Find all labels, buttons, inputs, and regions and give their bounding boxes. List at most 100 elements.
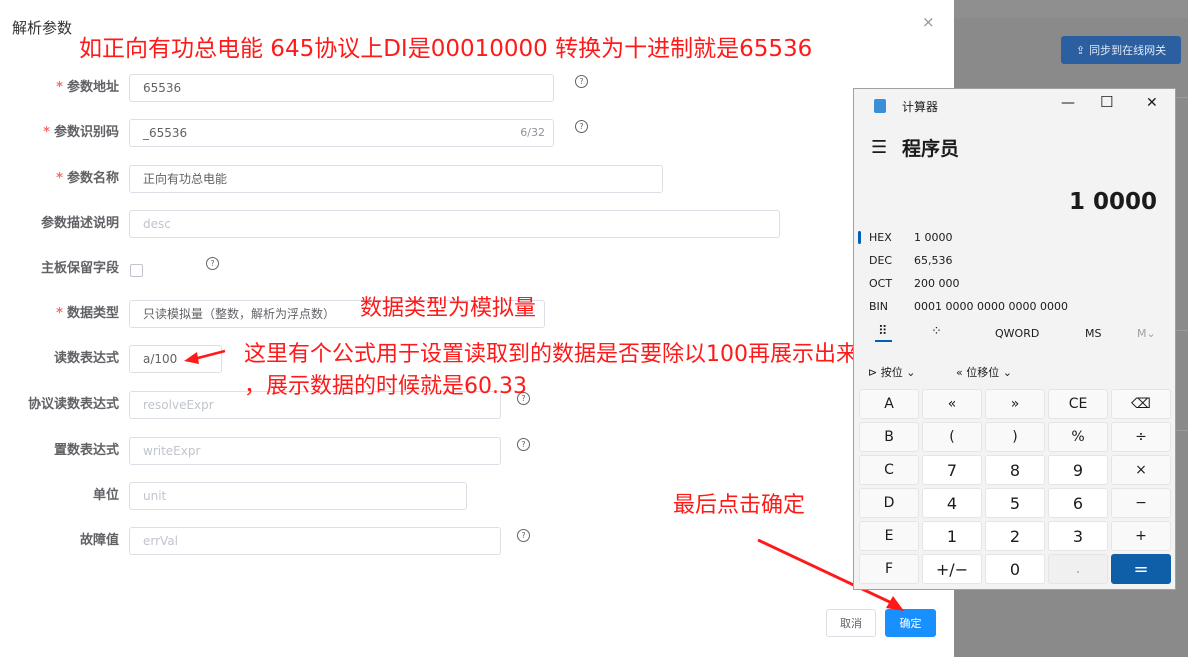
name-input[interactable]: 正向有功总电能 (129, 165, 663, 193)
key-19[interactable]: − (1111, 488, 1171, 518)
field-label: 协议读数表达式 (27, 397, 119, 412)
field-row-unit: 单位 (0, 482, 119, 512)
key-5[interactable]: B (859, 422, 919, 452)
help-icon[interactable]: ? (517, 438, 530, 451)
key-29[interactable]: = (1111, 554, 1171, 584)
calculator-app-icon (874, 99, 886, 113)
bitwise-icon: ⊳ (868, 366, 878, 379)
hamburger-menu-icon[interactable]: ☰ (871, 137, 887, 158)
radix-value: 65,536 (914, 254, 953, 267)
code-input[interactable]: _65536 6/32 (129, 119, 554, 147)
field-row-desc: 参数描述说明 (0, 210, 119, 240)
address-input[interactable]: 65536 (129, 74, 554, 102)
maximize-icon[interactable]: ☐ (1100, 93, 1113, 111)
key-28[interactable]: . (1048, 554, 1108, 584)
radix-hex[interactable]: HEX 1 0000 (854, 227, 1175, 249)
key-8[interactable]: % (1048, 422, 1108, 452)
key-4[interactable]: ⌫ (1111, 389, 1171, 419)
close-icon[interactable]: × (922, 13, 935, 31)
parse-params-dialog: 解析参数 × * 参数地址 65536 ? * 参数识别码 _65536 6/32 … (0, 0, 954, 657)
key-21[interactable]: 1 (922, 521, 982, 551)
radix-dec[interactable]: DEC 65,536 (854, 250, 1175, 272)
bit-toggle-icon[interactable]: ⁘ (931, 324, 942, 339)
key-2[interactable]: » (985, 389, 1045, 419)
radix-oct[interactable]: OCT 200 000 (854, 273, 1175, 295)
field-label: 单位 (92, 488, 119, 503)
field-label: 置数表达式 (53, 443, 119, 458)
bitshift-dropdown[interactable]: « 位移位 ⌄ (956, 364, 1012, 380)
key-1[interactable]: « (922, 389, 982, 419)
bitwise-dropdown[interactable]: ⊳ 按位 ⌄ (868, 364, 915, 380)
key-14[interactable]: × (1111, 455, 1171, 485)
char-counter: 6/32 (520, 126, 545, 139)
radix-value: 200 000 (914, 277, 960, 290)
radix-value: 1 0000 (914, 231, 953, 244)
field-label: * 参数地址 (56, 80, 119, 95)
radix-name: OCT (869, 277, 893, 290)
full-keypad-icon[interactable]: ⠿ (878, 324, 888, 339)
annotation-address: 如正向有功总电能 645协议上DI是00010000 转换为十进制就是65536 (79, 36, 813, 62)
field-row-name: * 参数名称 (0, 165, 119, 195)
help-icon[interactable]: ? (517, 529, 530, 542)
field-label: * 数据类型 (56, 306, 119, 321)
annotation-datatype: 数据类型为模拟量 (360, 296, 537, 321)
field-row-readexpr: 读数表达式 (0, 345, 119, 375)
key-25[interactable]: F (859, 554, 919, 584)
field-row-errval: 故障值 (0, 527, 119, 557)
errval-input[interactable]: errVal (129, 527, 501, 555)
key-11[interactable]: 7 (922, 455, 982, 485)
radix-name: DEC (869, 254, 893, 267)
key-23[interactable]: 3 (1048, 521, 1108, 551)
radix-name: BIN (869, 300, 889, 313)
key-0[interactable]: A (859, 389, 919, 419)
confirm-button[interactable]: 确定 (885, 609, 936, 637)
writeexpr-input[interactable]: writeExpr (129, 437, 501, 465)
key-7[interactable]: ) (985, 422, 1045, 452)
sync-gateway-button[interactable]: ⇪ 同步到在线网关 (1061, 36, 1181, 64)
help-icon[interactable]: ? (575, 120, 588, 133)
word-size-button[interactable]: QWORD (995, 327, 1039, 340)
key-12[interactable]: 8 (985, 455, 1045, 485)
annotation-formula-line2: ，展示数据的时候就是60.33 (244, 374, 527, 399)
key-24[interactable]: + (1111, 521, 1171, 551)
keypad-tab-underline (875, 340, 892, 342)
help-icon[interactable]: ? (575, 75, 588, 88)
key-10[interactable]: C (859, 455, 919, 485)
key-3[interactable]: CE (1048, 389, 1108, 419)
calculator-display: 1 0000 (1068, 189, 1157, 215)
key-27[interactable]: 0 (985, 554, 1045, 584)
field-label: 主板保留字段 (40, 261, 119, 276)
upload-icon: ⇪ (1075, 43, 1086, 57)
help-icon[interactable]: ? (206, 257, 219, 270)
calculator-title: 计算器 (902, 100, 939, 114)
bitwise-label: 按位 (880, 366, 903, 379)
readexpr-input[interactable]: a/100 (129, 345, 222, 373)
key-26[interactable]: +/− (922, 554, 982, 584)
key-9[interactable]: ÷ (1111, 422, 1171, 452)
calculator-mode-title: 程序员 (902, 138, 960, 160)
key-13[interactable]: 9 (1048, 455, 1108, 485)
key-6[interactable]: ( (922, 422, 982, 452)
minimize-icon[interactable]: — (1061, 95, 1075, 111)
field-label: * 参数识别码 (43, 125, 119, 140)
radix-name: HEX (869, 231, 892, 244)
chevron-down-icon: ⌄ (906, 366, 916, 379)
key-17[interactable]: 5 (985, 488, 1045, 518)
key-20[interactable]: E (859, 521, 919, 551)
memory-list-button[interactable]: M⌄ (1137, 327, 1156, 340)
key-15[interactable]: D (859, 488, 919, 518)
calculator-titlebar: 计算器 — ☐ ✕ (854, 89, 1175, 121)
radix-bin[interactable]: BIN 0001 0000 0000 0000 0000 (854, 296, 1175, 318)
radix-active-indicator (858, 231, 861, 244)
key-16[interactable]: 4 (922, 488, 982, 518)
field-row-resolveexpr: 协议读数表达式 (0, 391, 119, 421)
memory-store-button[interactable]: MS (1085, 327, 1101, 340)
sync-gateway-label: 同步到在线网关 (1089, 44, 1167, 57)
cancel-button[interactable]: 取消 (826, 609, 876, 637)
desc-input[interactable]: desc (129, 210, 780, 238)
close-icon[interactable]: ✕ (1146, 95, 1158, 111)
key-22[interactable]: 2 (985, 521, 1045, 551)
key-18[interactable]: 6 (1048, 488, 1108, 518)
unit-input[interactable]: unit (129, 482, 467, 510)
reserved-checkbox[interactable] (130, 264, 143, 277)
